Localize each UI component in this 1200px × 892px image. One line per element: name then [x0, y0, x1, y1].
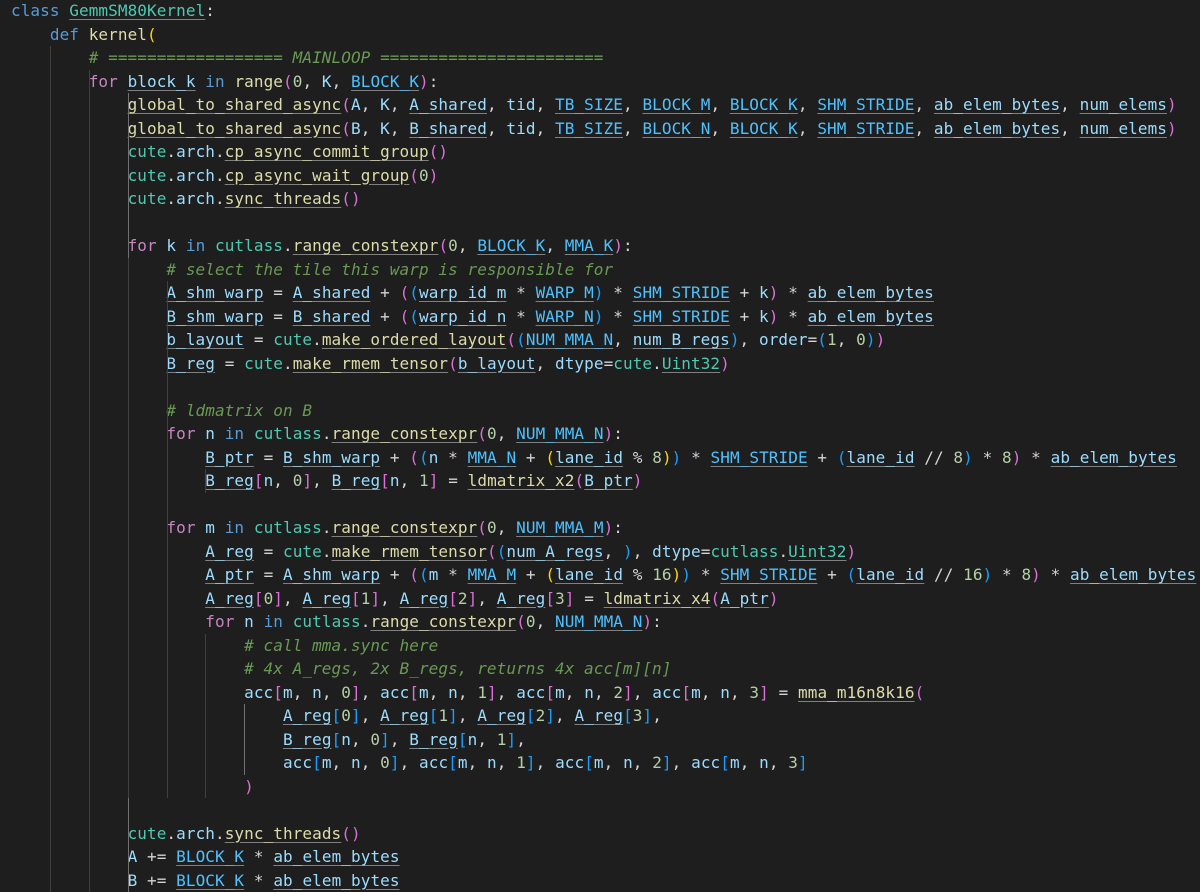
code-line[interactable]: global_to_shared_async(B, K, B_shared, t… [11, 117, 1196, 141]
code-line[interactable]: # ================== MAINLOOP ==========… [11, 46, 1196, 70]
code-line[interactable]: A_reg[0], A_reg[1], A_reg[2], A_reg[3] =… [11, 587, 1196, 611]
code-line[interactable]: for k in cutlass.range_constexpr(0, BLOC… [11, 234, 1196, 258]
code-line[interactable]: A_shm_warp = A_shared + ((warp_id_m * WA… [11, 281, 1196, 305]
code-line[interactable]: A += BLOCK_K * ab_elem_bytes [11, 845, 1196, 869]
code-line[interactable]: A_reg[0], A_reg[1], A_reg[2], A_reg[3], [11, 704, 1196, 728]
code-line[interactable]: ) [11, 775, 1196, 799]
indent-guide [166, 445, 168, 493]
code-line[interactable]: B_shm_warp = B_shared + ((warp_id_n * WA… [11, 305, 1196, 329]
code-line[interactable]: B_reg = cute.make_rmem_tensor(b_layout, … [11, 352, 1196, 376]
code-line[interactable]: def kernel( [11, 23, 1196, 47]
code-line[interactable]: cute.arch.cp_async_commit_group() [11, 140, 1196, 164]
indent-guide [127, 257, 129, 798]
code-line[interactable]: B_reg[n, 0], B_reg[n, 1] = ldmatrix_x2(B… [11, 469, 1196, 493]
code-line[interactable]: b_layout = cute.make_ordered_layout((NUM… [11, 328, 1196, 352]
code-line[interactable]: for block_k in range(0, K, BLOCK_K): [11, 70, 1196, 94]
indent-guide [88, 69, 90, 892]
code-line[interactable]: # select the tile this warp is responsib… [11, 258, 1196, 282]
code-line[interactable]: A_ptr = A_shm_warp + ((m * MMA_M + (lane… [11, 563, 1196, 587]
code-line[interactable]: B_ptr = B_shm_warp + ((n * MMA_N + (lane… [11, 446, 1196, 470]
code-line[interactable]: cute.arch.sync_threads() [11, 822, 1196, 846]
indent-guide [166, 539, 168, 798]
code-line[interactable]: cute.arch.cp_async_wait_group(0) [11, 164, 1196, 188]
code-line[interactable] [11, 211, 1196, 235]
code-line[interactable]: for n in cutlass.range_constexpr(0, NUM_… [11, 422, 1196, 446]
code-editor[interactable]: class GemmSM80Kernel: def kernel( # ====… [0, 0, 1200, 892]
indent-guide [244, 704, 246, 775]
code-line[interactable]: for m in cutlass.range_constexpr(0, NUM_… [11, 516, 1196, 540]
code-line[interactable] [11, 375, 1196, 399]
code-line[interactable]: acc[m, n, 0], acc[m, n, 1], acc[m, n, 2]… [11, 681, 1196, 705]
code-line[interactable]: cute.arch.sync_threads() [11, 187, 1196, 211]
code-line[interactable]: class GemmSM80Kernel: [11, 0, 1196, 23]
code-line[interactable]: A_reg = cute.make_rmem_tensor((num_A_reg… [11, 540, 1196, 564]
code-line[interactable]: B += BLOCK_K * ab_elem_bytes [11, 869, 1196, 892]
code-line[interactable]: for n in cutlass.range_constexpr(0, NUM_… [11, 610, 1196, 634]
code-line[interactable]: # call mma.sync here [11, 634, 1196, 658]
code-line[interactable] [11, 798, 1196, 822]
indent-guide [49, 46, 51, 892]
code-line[interactable]: B_reg[n, 0], B_reg[n, 1], [11, 728, 1196, 752]
indent-guide [205, 469, 207, 493]
code-line[interactable] [11, 493, 1196, 517]
code-line[interactable]: acc[m, n, 0], acc[m, n, 1], acc[m, n, 2]… [11, 751, 1196, 775]
code-area[interactable]: class GemmSM80Kernel: def kernel( # ====… [11, 0, 1196, 892]
indent-guide [205, 633, 207, 798]
code-line[interactable]: # 4x A_regs, 2x B_regs, returns 4x acc[m… [11, 657, 1196, 681]
code-line[interactable]: global_to_shared_async(A, K, A_shared, t… [11, 93, 1196, 117]
code-line[interactable]: # ldmatrix on B [11, 399, 1196, 423]
